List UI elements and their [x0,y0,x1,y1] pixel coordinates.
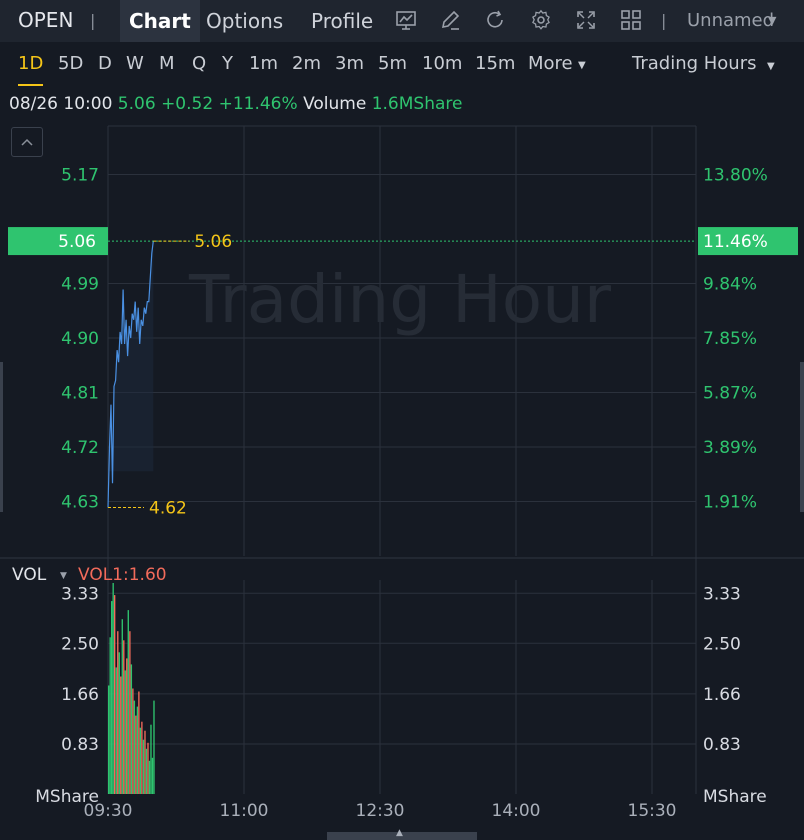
pct-tick-label: 5.87% [703,383,757,403]
volume-bar [139,727,142,794]
volume-tick-label: 1.66 [61,685,99,705]
left-edge-handle[interactable] [0,362,3,512]
price-area [108,241,154,508]
time-tick-label: 11:00 [220,801,269,821]
volume-bar [114,595,116,794]
volume-bar [109,637,111,794]
volume-bar [150,724,152,794]
volume-bar [121,619,123,794]
volume-bar [147,742,149,794]
pct-tick-label: 13.80% [703,165,768,185]
volume-bar [129,631,131,794]
low-marker-label: 4.62 [149,499,187,519]
volume-bar [138,691,140,794]
time-tick-label: 09:30 [84,801,133,821]
volume-bar [135,715,137,794]
pct-tick-label: 1.91% [703,492,757,512]
time-tick-label: 15:30 [628,801,677,821]
price-tick-label: 5.17 [61,165,99,185]
volume-bar [132,688,134,794]
current-pct-label: 11.46% [703,232,768,252]
volume-tick-label-right: 0.83 [703,735,741,755]
volume-bar [144,730,146,794]
volume-tick-label: 2.50 [61,634,99,654]
collapse-button[interactable] [11,127,43,157]
price-tick-label: 4.63 [61,492,99,512]
volume-bar [142,739,145,794]
pct-tick-label: 3.89% [703,438,757,458]
scroll-up-icon[interactable]: ▲ [396,828,403,838]
volume-bar [117,631,119,794]
volume-bar [127,610,129,794]
time-tick-label: 14:00 [492,801,541,821]
volume-bar [148,760,151,794]
volume-bar [151,757,154,794]
volume-tick-label-right: 1.66 [703,685,741,705]
volume-bar [136,706,139,794]
right-edge-handle[interactable] [800,362,804,512]
volume-bar [123,640,125,794]
volume-tick-label: 0.83 [61,735,99,755]
volume-bar [118,652,120,794]
time-tick-label: 12:30 [356,801,405,821]
volume-indicator: VOL1:1.60 [78,565,167,585]
volume-bar [124,670,126,794]
volume-bar [108,685,110,794]
volume-panel-label[interactable]: VOL [12,565,46,585]
volume-tick-label: 3.33 [61,584,99,604]
volume-bar [120,676,122,794]
volume-bar [153,700,155,794]
price-tick-label: 4.99 [61,274,99,294]
price-tick-label: 4.81 [61,383,99,403]
volume-bar [145,748,148,794]
volume-caret-icon[interactable]: ▼ [60,571,67,581]
high-marker-label: 5.06 [194,232,232,252]
pct-tick-label: 9.84% [703,274,757,294]
volume-bar [115,667,117,794]
watermark: Trading Hour [188,261,612,338]
price-tick-label: 4.72 [61,438,99,458]
volume-bar [111,601,113,794]
volume-bar [112,583,114,794]
volume-bar [133,700,136,794]
current-price-label: 5.06 [58,232,96,252]
chart-canvas[interactable]: Trading Hour 5.06 4.62 5.17 13.80% 4.99 9.84… [0,0,804,840]
volume-tick-label-right: 3.33 [703,584,741,604]
volume-unit-right: MShare [703,787,767,807]
volume-panel [108,583,155,794]
volume-bar [126,658,128,794]
price-tick-label: 4.90 [61,329,99,349]
pct-tick-label: 7.85% [703,329,757,349]
volume-bar [130,664,133,794]
volume-tick-label-right: 2.50 [703,634,741,654]
volume-bar [141,721,143,794]
